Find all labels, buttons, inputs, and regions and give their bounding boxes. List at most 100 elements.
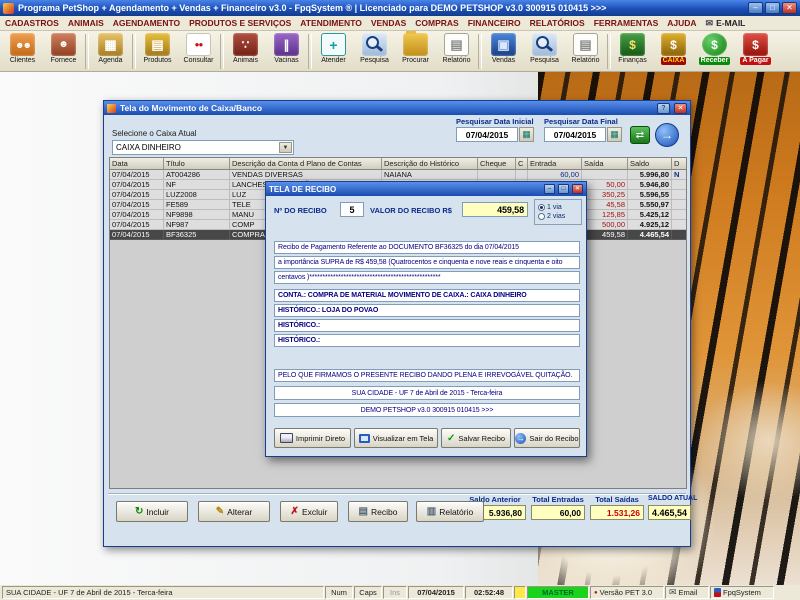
cash-window-title-bar: Tela do Movimento de Caixa/Banco ? ✕ [104,101,690,115]
status-caps: Caps [354,586,382,599]
minimize-button[interactable]: – [748,2,763,14]
toolbar-button-consultar-4[interactable]: ●● Consultar [178,32,219,71]
menu-item-compras[interactable]: COMPRAS [415,18,458,28]
col-header-cheque[interactable]: Cheque [478,158,516,170]
chevron-down-icon[interactable]: ▼ [279,142,292,153]
menu-item-animais[interactable]: ANIMAIS [68,18,104,28]
menu-item-cadastros[interactable]: CADASTROS [5,18,59,28]
table-cell: 5.946,80 [628,180,672,190]
toolbar-button-pesquisa-12[interactable]: Pesquisa [524,32,565,71]
toolbar-button-produtos-3[interactable]: ▤ Produtos [137,32,178,71]
radio-1-via[interactable]: 1 via [538,204,581,211]
toolbar-button-clientes-0[interactable]: ☻☻ Clientes [2,32,43,71]
table-cell: 07/04/2015 [110,230,164,240]
table-header-row: Data Título Descrição da Conta d Plano de … [110,158,686,170]
maximize-button[interactable]: □ [765,2,780,14]
col-header-descri-o-do-hist-rico[interactable]: Descrição do Histórico [382,158,478,170]
historico-3-field[interactable]: HISTÓRICO.: [274,334,580,347]
historico-2-field[interactable]: HISTÓRICO.: [274,319,580,332]
receipt-minimize-button[interactable]: – [544,184,555,194]
close-button[interactable]: ✕ [782,2,797,14]
col-header-entrada[interactable]: Entrada [528,158,582,170]
export-button[interactable]: ⇄ [630,126,650,144]
toolbar-button-procurar-9[interactable]: Procurar [395,31,436,71]
button-relat-rio[interactable]: ▥ Relatório [416,501,484,522]
menu-item-relat-rios[interactable]: RELATÓRIOS [530,18,585,28]
button-salvar-recibo[interactable]: ✓ Salvar Recibo [441,428,511,448]
button-recibo[interactable]: ▤ Recibo [348,501,408,522]
button-incluir[interactable]: ↻ Incluir [116,501,188,522]
table-cell: 5.596,55 [628,190,672,200]
status-bar: SUA CIDADE - UF 7 de Abril de 2015 - Ter… [0,585,800,600]
caixa-select-value: CAIXA DINHEIRO [116,143,181,152]
col-header-t-tulo[interactable]: Título [164,158,230,170]
total-entradas-value: 60,00 [531,505,585,520]
receipt-line-2: a importância SUPRA de R$ 459,58 (Quatro… [274,256,580,269]
button-label: Imprimir Direto [295,433,346,443]
toolbar-button-agenda-2[interactable]: ▦ Agenda [90,32,131,71]
data-final-field[interactable]: 07/04/2015 [544,127,606,142]
historico-1-field[interactable]: HISTÓRICO.: LOJA DO POVAO [274,304,580,317]
calendar-final-icon[interactable]: ▦ [607,127,622,142]
toolbar-button-relat-rio-10[interactable]: ▤ Relatório [436,32,477,71]
table-cell: 45,58 [582,200,628,210]
numero-recibo-field[interactable]: 5 [340,202,364,217]
button-imprimir-direto[interactable]: Imprimir Direto [274,428,351,448]
toolbar-button-pesquisa-8[interactable]: Pesquisa [354,32,395,71]
toolbar-button-relat-rio-13[interactable]: ▤ Relatório [565,32,606,71]
data-inicial-field[interactable]: 07/04/2015 [456,127,518,142]
receipt-close-button[interactable]: ✕ [572,184,583,194]
calendar-inicial-icon[interactable]: ▦ [519,127,534,142]
fpqsystem-logo-icon [714,588,721,597]
search-go-button[interactable]: → [655,123,679,147]
caixa-select[interactable]: CAIXA DINHEIRO ▼ [112,140,294,155]
toolbar-button-fornece-1[interactable]: ☻ Fornece [43,32,84,71]
status-date: 07/04/2015 [408,586,464,599]
toolbar-button-atender-7[interactable]: + Atender [313,32,354,71]
table-cell [672,190,686,200]
table-row[interactable]: 07/04/2015 AT004286 VENDAS DIVERSAS NAIANA 6… [110,170,686,180]
toolbar-button-animais-5[interactable]: ∵ Animais [225,32,266,71]
radio-2-vias[interactable]: 2 vias [538,213,581,220]
col-header-descri-o-da-conta-d-plano-de-contas[interactable]: Descrição da Conta d Plano de Contas [230,158,382,170]
button-alterar[interactable]: ✎ Alterar [198,501,270,522]
col-header-saldo[interactable]: Saldo [628,158,672,170]
toolbar-button-receber-16[interactable]: $ Receber [694,32,735,71]
menu-item-ferramentas[interactable]: FERRAMENTAS [594,18,659,28]
quitacao-field: PELO QUE FIRMAMOS O PRESENTE RECIBO DAND… [274,369,580,382]
toolbar-button-a-pagar-17[interactable]: $ A Pagar [735,32,776,71]
menu-item-atendimento[interactable]: ATENDIMENTO [300,18,362,28]
menu-item-ajuda[interactable]: AJUDA [667,18,696,28]
button-label: Visualizar em Tela [372,433,434,443]
toolbar-label: Consultar [183,57,214,64]
button-excluir[interactable]: ✗ Excluir [280,501,338,522]
button-sair-do-recibo[interactable]: → Sair do Recibo [514,428,580,448]
toolbar-button-caixa-15[interactable]: $ CAIXA [653,32,694,71]
menu-item-agendamento[interactable]: AGENDAMENTO [113,18,180,28]
radio-1-via-label: 1 via [547,204,562,211]
toolbar-separator [220,34,224,69]
cash-window-close-button[interactable]: ✕ [674,102,687,114]
help-button[interactable]: ? [657,102,670,114]
button-visualizar-em-tela[interactable]: Visualizar em Tela [354,428,438,448]
vaccines-icon: ∥ [274,33,299,56]
menu-item-vendas[interactable]: VENDAS [371,18,406,28]
receipt-dialog: TELA DE RECIBO – □ ✕ Nº DO RECIBO 5 VALO… [265,181,587,457]
menu-item-email[interactable]: ✉ E-MAIL [706,18,746,29]
toolbar-button-vendas-11[interactable]: ▣ Vendas [483,32,524,71]
receipt-line-1: Recibo de Pagamento Referente ao DOCUMEN… [274,241,580,254]
table-cell: NF [164,180,230,190]
toolbar-button-vacinas-6[interactable]: ∥ Vacinas [266,32,307,71]
menu-item-produtos-e-servi-os[interactable]: PRODUTOS E SERVIÇOS [189,18,291,28]
receipt-maximize-button[interactable]: □ [558,184,569,194]
col-header-c[interactable]: C [516,158,528,170]
valor-recibo-field[interactable]: 459,58 [462,202,528,217]
table-cell [672,230,686,240]
menu-item-financeiro[interactable]: FINANCEIRO [468,18,521,28]
table-cell: FE589 [164,200,230,210]
col-header-sa-da[interactable]: Saída [582,158,628,170]
button-label: Sair do Recibo [529,433,579,443]
toolbar-button-finan-as-14[interactable]: $ Finanças [612,32,653,71]
col-header-d[interactable]: D [672,158,686,170]
col-header-data[interactable]: Data [110,158,164,170]
